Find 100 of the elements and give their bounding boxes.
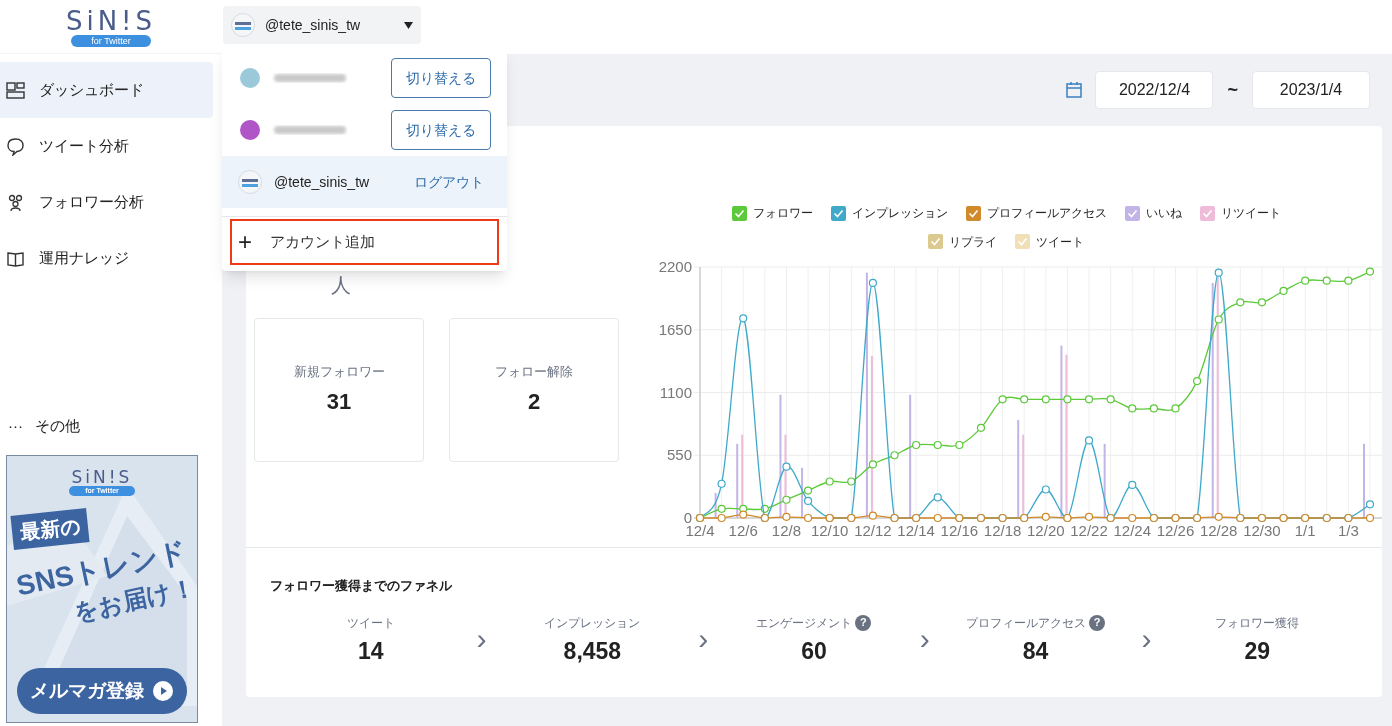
legend-checkbox[interactable] xyxy=(1199,205,1215,221)
legend-item[interactable]: インプレッション xyxy=(830,204,948,222)
nav-item[interactable]: ツイート分析 xyxy=(0,118,213,174)
help-icon[interactable]: ? xyxy=(1089,614,1106,631)
data-point xyxy=(782,512,791,521)
plus-icon: + xyxy=(238,230,252,254)
add-account-label: アカウント追加 xyxy=(270,231,375,252)
x-tick-label: 1/1 xyxy=(1294,522,1316,539)
legend-item[interactable]: リツイート xyxy=(1199,204,1281,222)
nav-item[interactable]: 運用ナレッジ xyxy=(0,230,213,286)
x-tick-label: 12/12 xyxy=(854,522,892,539)
legend-item[interactable]: いいね xyxy=(1124,204,1182,222)
legend-checkbox[interactable] xyxy=(1015,234,1030,249)
data-point xyxy=(1322,276,1331,285)
funnel-label: エンゲージメント xyxy=(756,614,853,632)
stat-value: 31 xyxy=(326,388,352,417)
data-point xyxy=(1084,512,1094,521)
data-point xyxy=(868,278,877,288)
funnel-value: 14 xyxy=(358,636,384,666)
data-point xyxy=(1171,404,1180,413)
add-account-item[interactable]: + アカウント追加 xyxy=(230,219,499,265)
data-point xyxy=(1084,436,1094,445)
data-point xyxy=(803,496,813,505)
x-tick-label: 12/26 xyxy=(1156,522,1195,539)
x-tick-label: 12/30 xyxy=(1243,522,1281,539)
x-tick-label: 12/22 xyxy=(1070,522,1108,539)
data-point xyxy=(1128,480,1137,489)
legend-item[interactable]: リプライ xyxy=(928,232,997,251)
x-tick-label: 12/18 xyxy=(983,522,1022,539)
switch-button[interactable]: 切り替える xyxy=(391,110,491,150)
legend-item[interactable]: ツイート xyxy=(1015,232,1084,251)
legend-item[interactable]: フォロワー xyxy=(731,204,813,222)
data-point xyxy=(933,440,942,450)
speech-tag: 最新の xyxy=(10,508,90,550)
stat-label: 新規フォロワー xyxy=(293,362,385,381)
funnel-label: フォロワー獲得 xyxy=(1215,614,1300,632)
x-tick-label: 12/14 xyxy=(897,522,935,539)
nav-item[interactable]: その他 xyxy=(35,414,80,438)
x-tick-label: 12/28 xyxy=(1199,522,1238,539)
banner-logo: SiN!S xyxy=(71,468,133,486)
data-point xyxy=(1301,276,1310,285)
data-point xyxy=(1149,404,1158,413)
funnel-value: 29 xyxy=(1244,636,1270,666)
data-point xyxy=(1041,512,1050,521)
more-icon[interactable]: ··· xyxy=(8,414,23,438)
account-handle: @tete_sinis_tw xyxy=(274,172,371,192)
help-icon[interactable]: ? xyxy=(855,614,872,631)
data-point xyxy=(739,510,748,519)
data-point xyxy=(1084,395,1094,404)
chevron-icon: › xyxy=(471,623,492,654)
start-date-field[interactable]: 2022/12/4 xyxy=(1095,71,1214,109)
end-date-field[interactable]: 2023/1/4 xyxy=(1252,71,1370,109)
legend-checkbox[interactable] xyxy=(731,205,747,221)
x-tick-label: 12/16 xyxy=(940,522,979,539)
account-row[interactable]: @tete_sinis_tw ログアウト xyxy=(222,156,507,208)
data-point xyxy=(976,423,986,432)
nav-item[interactable]: ダッシュボード xyxy=(0,62,213,118)
legend-item[interactable]: プロフィールアクセス xyxy=(965,204,1107,222)
data-point xyxy=(1257,298,1267,307)
x-tick-label: 1/3 xyxy=(1337,522,1359,539)
funnel-label: ツイート xyxy=(346,614,395,632)
account-row[interactable]: 切り替える xyxy=(222,52,507,104)
range-separator: ~ xyxy=(1226,78,1239,102)
logo-tagline: for Twitter xyxy=(71,34,151,47)
data-point xyxy=(1236,298,1245,307)
x-tick-label: 12/8 xyxy=(771,522,802,539)
funnel-label: インプレッション xyxy=(544,614,641,632)
data-point xyxy=(1365,267,1375,276)
legend-checkbox[interactable] xyxy=(965,205,981,221)
nav-item[interactable]: フォロワー分析 xyxy=(0,174,213,230)
calendar-icon[interactable] xyxy=(1065,81,1084,99)
newsletter-button[interactable]: メルマガ登録 xyxy=(17,668,187,714)
data-point xyxy=(1214,315,1223,324)
data-point xyxy=(739,314,748,323)
funnel-value: 84 xyxy=(1022,636,1049,666)
avatar-icon xyxy=(231,13,255,37)
switch-button[interactable]: 切り替える xyxy=(391,58,491,98)
funnel-value: 8,458 xyxy=(563,636,622,666)
account-selector[interactable]: @tete_sinis_tw xyxy=(223,6,421,44)
data-point xyxy=(803,486,813,495)
data-point xyxy=(1214,268,1223,277)
x-tick-label: 12/10 xyxy=(810,522,849,539)
bar xyxy=(714,492,717,518)
data-point xyxy=(890,451,899,460)
people-icon xyxy=(6,192,25,212)
legend-checkbox[interactable] xyxy=(830,205,846,221)
legend-checkbox[interactable] xyxy=(1124,205,1140,221)
data-point xyxy=(1063,395,1072,404)
account-row[interactable]: 切り替える xyxy=(222,104,507,156)
avatar-icon xyxy=(238,170,262,194)
funnel-label: プロフィールアクセス xyxy=(966,614,1087,632)
data-point xyxy=(825,477,834,486)
legend-checkbox[interactable] xyxy=(928,234,943,249)
funnel-value: 60 xyxy=(801,636,827,666)
data-point xyxy=(1020,395,1029,404)
logo-wordmark: SiN!S xyxy=(65,6,157,35)
y-tick-label: 2200 xyxy=(658,258,692,275)
data-point xyxy=(847,477,856,486)
data-point xyxy=(1279,286,1288,296)
logout-link[interactable]: ログアウト xyxy=(410,171,488,193)
